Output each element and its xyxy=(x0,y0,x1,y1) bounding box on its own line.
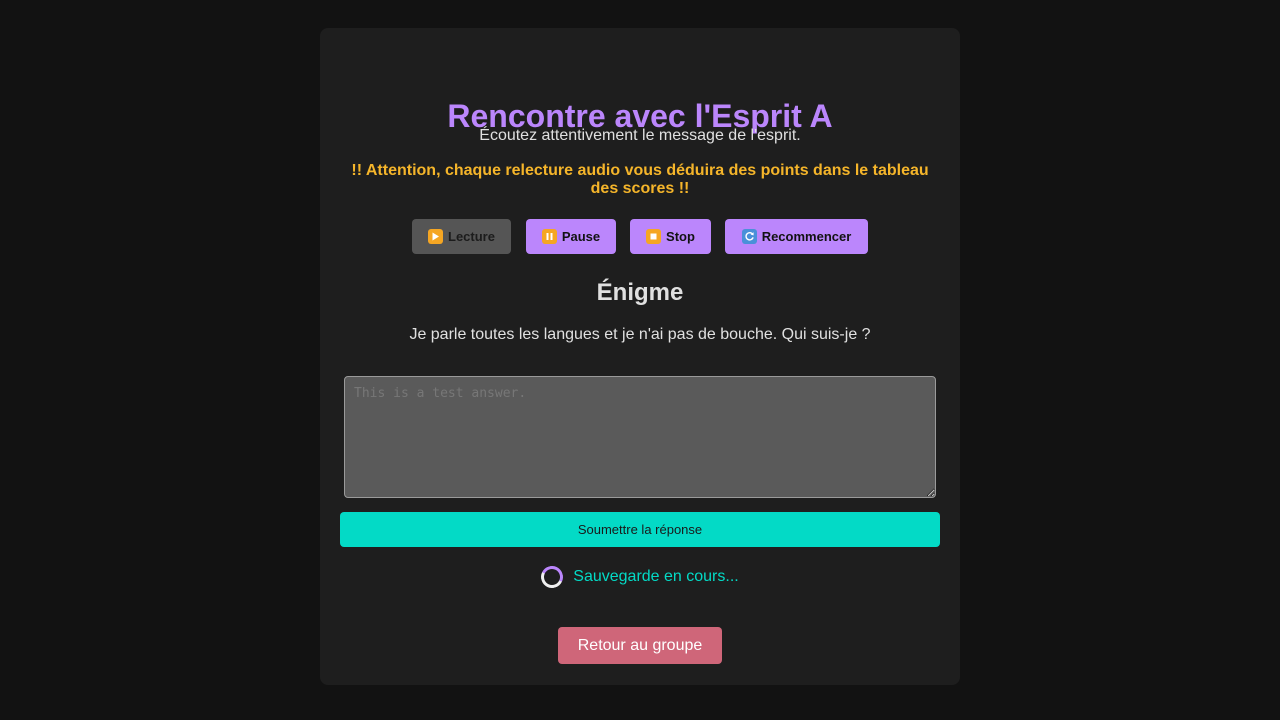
loading-spinner-icon xyxy=(538,562,567,592)
restart-button[interactable]: Recommencer xyxy=(725,219,868,254)
restart-icon xyxy=(741,229,757,244)
stop-button[interactable]: Stop xyxy=(630,219,711,254)
saving-status: Sauvegarde en cours... xyxy=(320,562,960,592)
warning-text: !! Attention, chaque relecture audio vou… xyxy=(351,162,929,197)
play-button[interactable]: Lecture xyxy=(412,219,511,254)
spirit-card: Rencontre avec l'Esprit A Écoutez attent… xyxy=(320,28,960,685)
pause-icon xyxy=(541,229,557,244)
saving-text: Sauvegarde en cours... xyxy=(573,568,739,585)
restart-label: Recommencer xyxy=(761,229,852,244)
submit-answer-button[interactable]: Soumettre la réponse xyxy=(340,512,940,547)
riddle-question: Je parle toutes les langues et je n'ai p… xyxy=(409,326,871,343)
back-to-group-button[interactable]: Retour au groupe xyxy=(558,627,722,664)
pause-button[interactable]: Pause xyxy=(526,219,616,254)
pause-label: Pause xyxy=(561,229,601,244)
answer-input[interactable] xyxy=(344,376,936,498)
audio-controls: Lecture Pause Stop Recommencer xyxy=(320,219,960,254)
stop-label: Stop xyxy=(666,229,695,244)
play-icon xyxy=(428,229,444,244)
riddle-heading: Énigme xyxy=(596,279,684,306)
stop-icon xyxy=(646,229,662,244)
play-label: Lecture xyxy=(448,229,495,244)
instruction-text: Écoutez attentivement le message de l'es… xyxy=(479,127,801,144)
